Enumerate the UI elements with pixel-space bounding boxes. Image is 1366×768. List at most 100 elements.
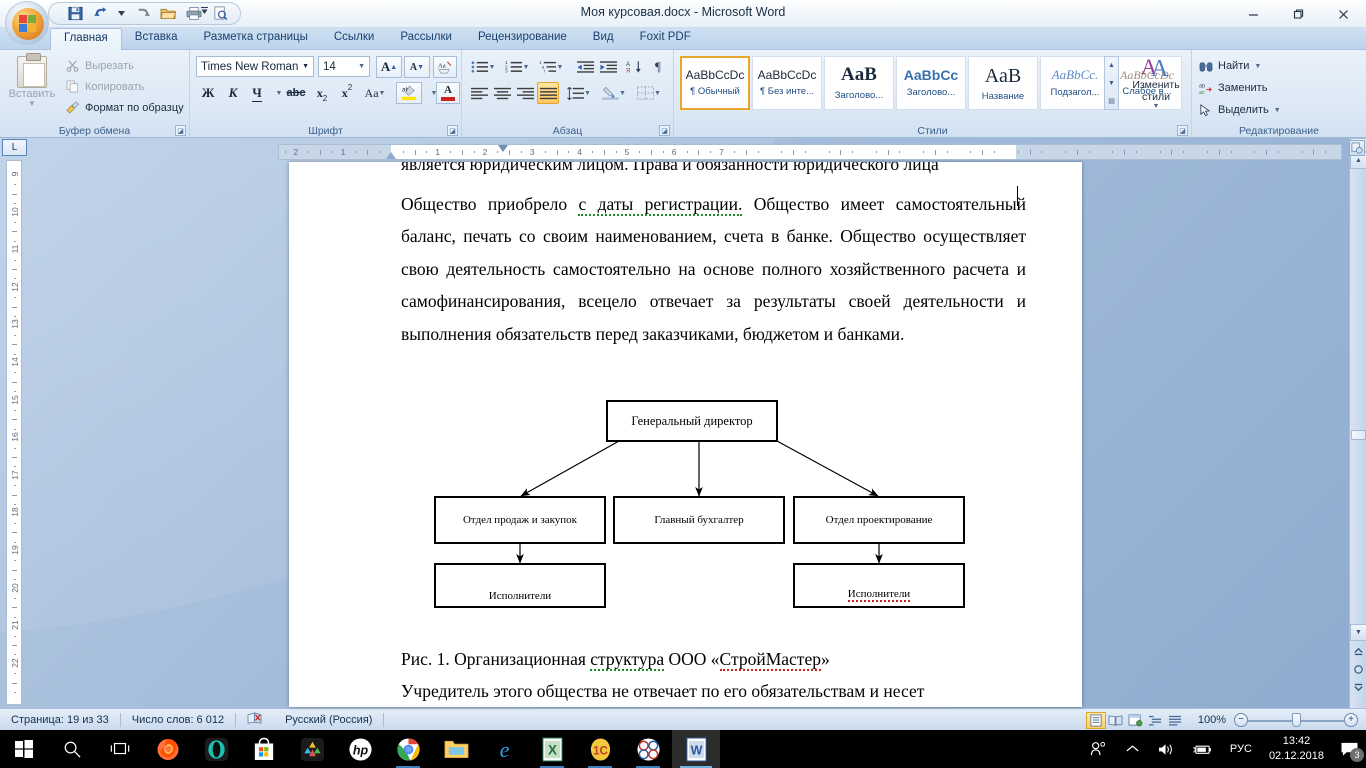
view-print-layout-icon[interactable] — [1085, 711, 1106, 729]
zoom-in-button[interactable]: + — [1344, 713, 1358, 727]
view-full-screen-reading-icon[interactable] — [1106, 712, 1126, 729]
align-center-icon[interactable] — [491, 82, 513, 104]
multilevel-list-icon[interactable]: 1 a i ▼ — [536, 56, 566, 78]
internet-explorer-button[interactable]: e — [480, 730, 528, 768]
view-draft-icon[interactable] — [1166, 712, 1186, 729]
font-size-combo[interactable]: 14 ▼ — [318, 56, 370, 77]
style-normal[interactable]: AaBbCcDc ¶ Обычный — [680, 56, 750, 110]
paragraph-dialog-launcher[interactable]: ◪ — [659, 125, 670, 136]
people-button[interactable] — [1081, 741, 1116, 757]
zoom-slider[interactable] — [1248, 712, 1344, 728]
select-browse-object-icon[interactable] — [1351, 662, 1366, 677]
increase-indent-icon[interactable] — [597, 56, 619, 78]
photos-button[interactable] — [288, 730, 336, 768]
bold-button[interactable]: Ж — [196, 82, 220, 104]
tab-home[interactable]: Главная — [50, 28, 122, 50]
view-outline-icon[interactable] — [1146, 712, 1166, 729]
tab-view[interactable]: Вид — [580, 28, 627, 50]
zoom-level[interactable]: 100% — [1186, 709, 1234, 731]
vertical-ruler[interactable]: 9 10 11 12 13 14 15 16 17 18 19 20 21 22 — [6, 160, 22, 705]
style-title[interactable]: АаВ Название — [968, 56, 1038, 110]
line-spacing-icon[interactable]: ▼ — [564, 82, 594, 104]
cut-button[interactable]: Вырезать — [62, 56, 137, 75]
scroll-thumb[interactable] — [1351, 430, 1366, 440]
tab-insert[interactable]: Вставка — [122, 28, 191, 50]
underline-button[interactable]: Ч — [246, 82, 268, 104]
vertical-scrollbar[interactable]: ▲ ▼ — [1349, 138, 1366, 708]
format-painter-button[interactable]: Формат по образцу — [62, 98, 187, 117]
style-no-spacing[interactable]: AaBbCcDc ¶ Без инте... — [752, 56, 822, 110]
open-icon[interactable] — [158, 4, 178, 23]
clear-formatting-button[interactable]: Aa — [433, 56, 457, 78]
tab-review[interactable]: Рецензирование — [465, 28, 580, 50]
sort-icon[interactable]: A Я — [623, 56, 645, 78]
select-browse-object-button[interactable] — [1349, 140, 1365, 156]
task-view-button[interactable] — [96, 730, 144, 768]
styles-gallery-scrollbar[interactable]: ▲ ▼ ▤ — [1104, 56, 1119, 110]
shrink-font-button[interactable]: A ▼ — [404, 56, 430, 78]
align-justify-icon[interactable] — [537, 82, 559, 104]
previous-page-icon[interactable] — [1351, 644, 1366, 659]
scroll-down-button[interactable]: ▼ — [1350, 624, 1366, 641]
style-subtitle[interactable]: AaBbCc. Подзагол... — [1040, 56, 1110, 110]
start-button[interactable] — [0, 730, 48, 768]
subscript-button[interactable]: x2 — [310, 82, 334, 104]
change-case-button[interactable]: Aa ▼ — [360, 82, 390, 104]
close-button[interactable] — [1321, 0, 1366, 28]
file-explorer-button[interactable] — [432, 730, 480, 768]
zoom-out-button[interactable]: − — [1234, 713, 1248, 727]
bullets-icon[interactable]: ▼ — [468, 56, 498, 78]
word-button[interactable]: W — [672, 730, 720, 768]
status-word-count[interactable]: Число слов: 6 012 — [121, 709, 235, 731]
left-indent-marker[interactable] — [386, 152, 396, 159]
font-dialog-launcher[interactable]: ◪ — [447, 125, 458, 136]
align-right-icon[interactable] — [514, 82, 536, 104]
italic-button[interactable]: К — [221, 82, 245, 104]
tab-stop-selector[interactable]: L — [2, 139, 27, 156]
copy-button[interactable]: Копировать — [62, 77, 147, 96]
zoom-thumb[interactable] — [1292, 713, 1301, 727]
1c-button[interactable]: 1C — [576, 730, 624, 768]
select-button[interactable]: Выделить ▼ — [1198, 100, 1281, 120]
volume-button[interactable] — [1149, 742, 1184, 757]
change-styles-button[interactable]: A A Изменить стили ▼ — [1127, 54, 1185, 116]
chrome-button[interactable] — [384, 730, 432, 768]
tab-page-layout[interactable]: Разметка страницы — [191, 28, 321, 50]
numbering-icon[interactable]: 1 2 3 ▼ — [502, 56, 532, 78]
tab-foxit-pdf[interactable]: Foxit PDF — [627, 28, 704, 50]
undo-dropdown-icon[interactable] — [117, 4, 126, 23]
document-page[interactable]: является юридическим лицом. Права и обяз… — [289, 162, 1082, 707]
print-preview-icon[interactable] — [210, 4, 230, 23]
replace-button[interactable]: ab ac Заменить — [1198, 78, 1268, 98]
superscript-button[interactable]: x2 — [335, 82, 359, 104]
search-button[interactable] — [48, 730, 96, 768]
text-highlight-button[interactable]: ab — [396, 82, 422, 104]
find-button[interactable]: Найти ▼ — [1198, 56, 1261, 76]
borders-icon[interactable]: ▼ — [634, 82, 664, 104]
styles-scroll-down-icon[interactable]: ▼ — [1108, 75, 1115, 92]
paste-button[interactable]: Вставить ▼ — [6, 53, 58, 116]
next-page-icon[interactable] — [1351, 680, 1366, 695]
view-web-layout-icon[interactable] — [1126, 712, 1146, 729]
hp-button[interactable]: hp — [336, 730, 384, 768]
horizontal-ruler[interactable]: 2 1 1 2 3 4 5 6 7 — [278, 144, 1342, 160]
office-button[interactable] — [5, 1, 49, 45]
first-line-indent-marker[interactable] — [498, 145, 508, 152]
status-proofing[interactable] — [236, 709, 274, 731]
style-heading-1[interactable]: AaB Заголово... — [824, 56, 894, 110]
minimize-button[interactable] — [1231, 0, 1276, 28]
maximize-button[interactable] — [1276, 0, 1321, 28]
status-language[interactable]: Русский (Россия) — [274, 709, 383, 731]
styles-more-icon[interactable]: ▤ — [1108, 92, 1115, 109]
battery-button[interactable] — [1184, 743, 1221, 756]
font-name-combo[interactable]: Times New Roman ▼ — [196, 56, 314, 77]
decrease-indent-icon[interactable] — [574, 56, 596, 78]
show-hidden-icons-button[interactable] — [1116, 743, 1149, 755]
clipboard-dialog-launcher[interactable]: ◪ — [175, 125, 186, 136]
grow-font-button[interactable]: A ▲ — [376, 56, 402, 78]
notifications-button[interactable]: 3 — [1332, 730, 1366, 768]
kompas-button[interactable] — [624, 730, 672, 768]
redo-icon[interactable] — [132, 4, 152, 23]
shading-icon[interactable]: ▼ — [599, 82, 629, 104]
clock[interactable]: 13:42 02.12.2018 — [1261, 734, 1332, 764]
